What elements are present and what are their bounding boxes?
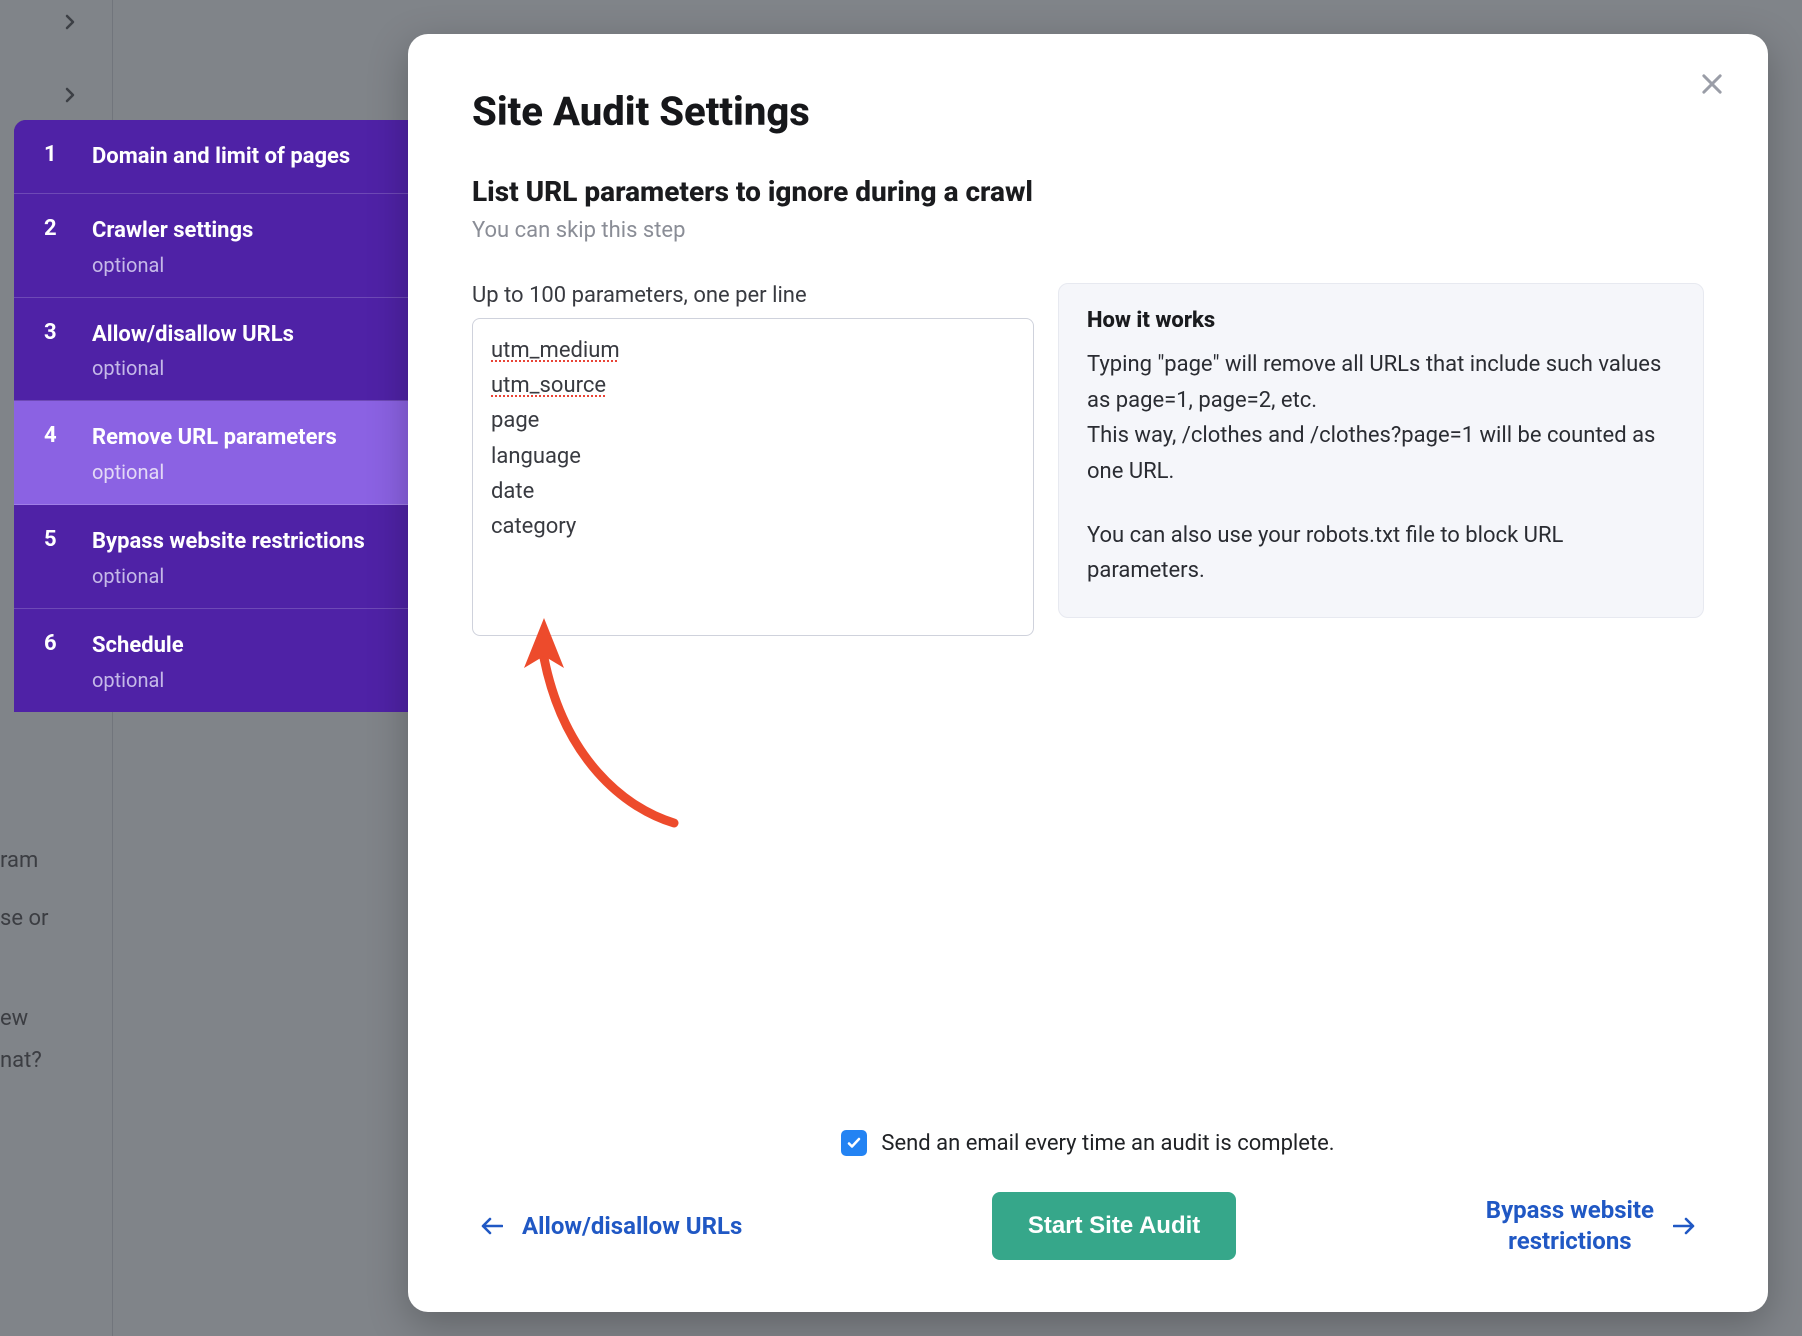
sidebar-step-number: 2 [44, 216, 92, 277]
settings-sidebar: 1Domain and limit of pages2Crawler setti… [14, 120, 408, 712]
prev-step-link[interactable]: Allow/disallow URLs [480, 1212, 742, 1240]
bg-text-fragment: ew [0, 1006, 28, 1031]
arrow-right-icon [1672, 1214, 1696, 1238]
next-step-label-line1: Bypass website [1486, 1195, 1654, 1226]
section-heading: List URL parameters to ignore during a c… [472, 175, 1704, 208]
url-params-textarea[interactable]: utm_mediumutm_sourcepagelanguagedatecate… [472, 318, 1034, 636]
next-step-label-line2: restrictions [1486, 1226, 1654, 1257]
chevron-right-icon [62, 87, 78, 108]
sidebar-item-step-5[interactable]: 5Bypass website restrictions optional [14, 505, 408, 609]
close-icon [1698, 70, 1726, 98]
sidebar-step-label: Schedule [92, 631, 384, 662]
sidebar-optional-label: optional [92, 564, 384, 588]
sidebar-step-number: 3 [44, 320, 92, 381]
modal-title: Site Audit Settings [472, 88, 1704, 135]
info-p3: You can also use your robots.txt file to… [1087, 518, 1675, 589]
start-site-audit-button[interactable]: Start Site Audit [992, 1192, 1236, 1260]
sidebar-item-step-4[interactable]: 4Remove URL parameters optional [14, 401, 408, 505]
checkmark-icon [846, 1135, 862, 1151]
sidebar-item-step-3[interactable]: 3Allow/disallow URLs optional [14, 298, 408, 402]
sidebar-step-label: Remove URL parameters [92, 423, 384, 454]
prev-step-label: Allow/disallow URLs [522, 1212, 742, 1240]
bg-text-fragment: ram [0, 848, 38, 873]
email-notify-row: Send an email every time an audit is com… [472, 1130, 1704, 1156]
sidebar-optional-label: optional [92, 460, 384, 484]
info-title: How it works [1087, 308, 1675, 333]
info-text: Typing "page" will remove all URLs that … [1087, 347, 1675, 589]
sidebar-step-label: Allow/disallow URLs [92, 320, 384, 351]
next-step-link[interactable]: Bypass website restrictions [1486, 1195, 1696, 1257]
params-hint: Up to 100 parameters, one per line [472, 283, 1034, 308]
bg-text-fragment: nat? [0, 1048, 42, 1073]
sidebar-step-label: Crawler settings [92, 216, 384, 247]
info-p1: Typing "page" will remove all URLs that … [1087, 352, 1661, 413]
section-subheading: You can skip this step [472, 218, 1704, 243]
chevron-right-icon [62, 14, 78, 35]
sidebar-item-step-2[interactable]: 2Crawler settings optional [14, 194, 408, 298]
how-it-works-box: How it works Typing "page" will remove a… [1058, 283, 1704, 618]
email-checkbox[interactable] [841, 1130, 867, 1156]
sidebar-optional-label: optional [92, 356, 384, 380]
sidebar-item-step-6[interactable]: 6Schedule optional [14, 609, 408, 712]
info-p2: This way, /clothes and /clothes?page=1 w… [1087, 423, 1655, 484]
sidebar-step-number: 5 [44, 527, 92, 588]
modal-footer: Send an email every time an audit is com… [472, 1130, 1704, 1312]
close-button[interactable] [1692, 64, 1732, 104]
sidebar-step-number: 1 [44, 142, 92, 173]
sidebar-step-number: 4 [44, 423, 92, 484]
sidebar-optional-label: optional [92, 253, 384, 277]
settings-modal: Site Audit Settings List URL parameters … [408, 34, 1768, 1312]
sidebar-optional-label: optional [92, 668, 384, 692]
sidebar-step-label: Bypass website restrictions [92, 527, 384, 558]
email-notify-label: Send an email every time an audit is com… [881, 1131, 1334, 1156]
sidebar-item-step-1[interactable]: 1Domain and limit of pages [14, 120, 408, 194]
arrow-left-icon [480, 1214, 504, 1238]
bg-text-fragment: se or [0, 906, 48, 931]
sidebar-step-number: 6 [44, 631, 92, 692]
sidebar-step-label: Domain and limit of pages [92, 142, 384, 173]
